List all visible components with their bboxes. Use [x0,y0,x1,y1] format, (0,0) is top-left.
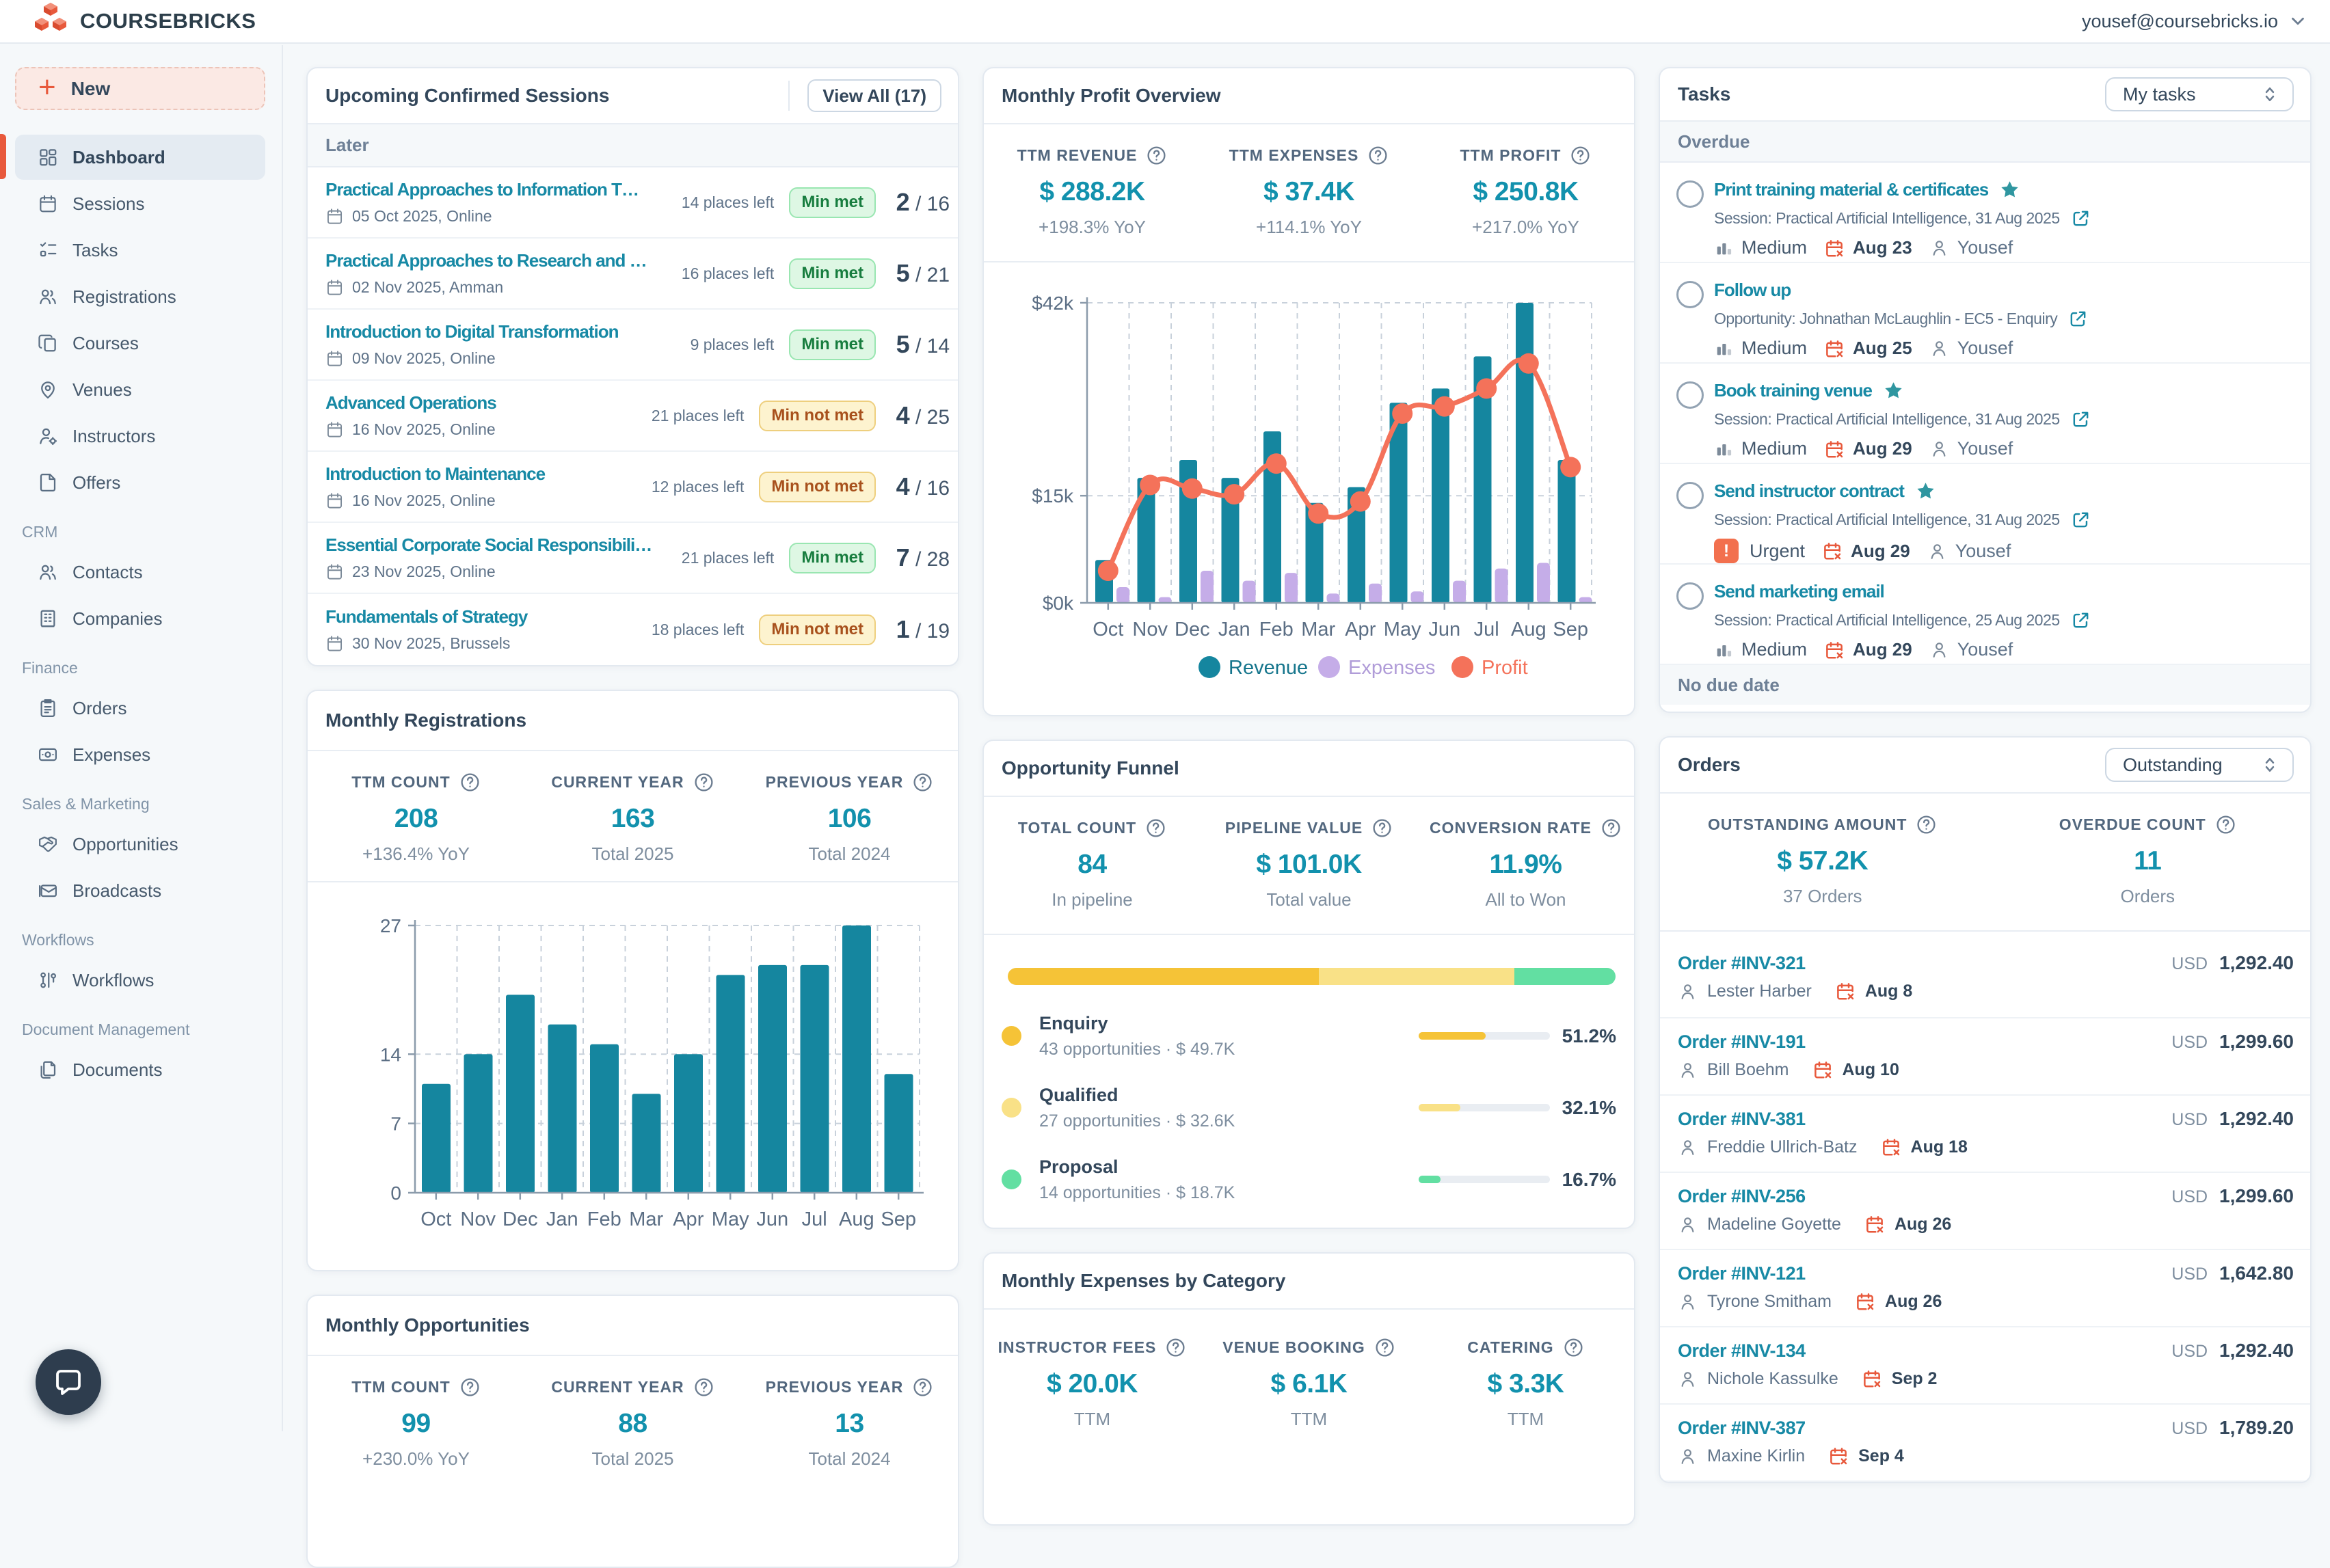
svg-text:Jun: Jun [1428,619,1460,640]
svg-text:Mar: Mar [629,1208,663,1230]
svg-text:Dec: Dec [503,1208,538,1230]
svg-text:Sep: Sep [881,1208,916,1230]
svg-text:27: 27 [380,915,401,936]
svg-text:Profit: Profit [1482,657,1528,679]
svg-text:Jul: Jul [1474,619,1499,640]
svg-text:Expenses: Expenses [1348,657,1435,679]
svg-text:0: 0 [390,1182,401,1204]
svg-text:Aug: Aug [1511,619,1546,640]
svg-text:Aug: Aug [839,1208,874,1230]
svg-text:Revenue: Revenue [1229,657,1308,679]
svg-text:Nov: Nov [460,1208,496,1230]
svg-text:Apr: Apr [1345,619,1376,640]
svg-text:Oct: Oct [1093,619,1123,640]
svg-text:Apr: Apr [673,1208,704,1230]
svg-text:Dec: Dec [1175,619,1210,640]
svg-text:$0k: $0k [1043,593,1074,614]
svg-text:Oct: Oct [420,1208,451,1230]
svg-text:May: May [712,1208,749,1230]
svg-text:$42k: $42k [1032,293,1074,314]
svg-text:Jan: Jan [1218,619,1250,640]
svg-text:Nov: Nov [1132,619,1168,640]
svg-text:Feb: Feb [1259,619,1294,640]
svg-text:7: 7 [390,1113,401,1135]
svg-text:Feb: Feb [587,1208,621,1230]
svg-text:Mar: Mar [1301,619,1335,640]
svg-text:Sep: Sep [1553,619,1588,640]
svg-text:May: May [1384,619,1421,640]
svg-text:Jun: Jun [756,1208,788,1230]
svg-text:Jul: Jul [802,1208,827,1230]
svg-text:$15k: $15k [1032,485,1074,506]
svg-text:Jan: Jan [546,1208,578,1230]
svg-text:14: 14 [380,1044,401,1065]
